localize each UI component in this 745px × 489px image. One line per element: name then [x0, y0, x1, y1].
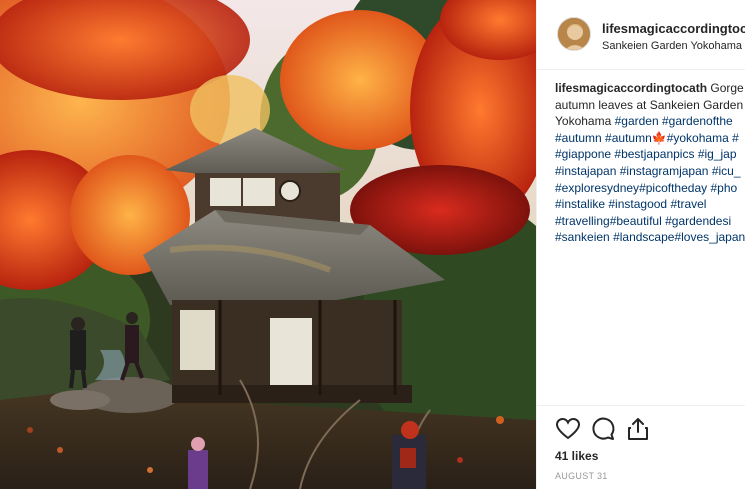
- caption-line: #giappone #bestjapanpics #ig_jap: [555, 146, 745, 163]
- caption-text: Yokohama: [555, 114, 615, 129]
- hashtag-link[interactable]: #travelling: [555, 214, 610, 228]
- caption-line: #travelling#beautiful #gardendesi: [555, 213, 745, 230]
- post-caption: lifesmagicaccordingtocath Gorge autumn l…: [555, 80, 745, 246]
- caption-line: #exploresydney#picoftheday #pho: [555, 180, 745, 197]
- post-header: lifesmagicaccordingtocath Sankeien Garde…: [537, 0, 745, 70]
- hashtag-link[interactable]: #giappone: [555, 147, 611, 161]
- hashtag-link[interactable]: #loves_japan: [674, 230, 745, 244]
- hashtag-link[interactable]: #autumn: [605, 131, 652, 145]
- username-link[interactable]: lifesmagicaccordingtocath: [602, 21, 745, 36]
- post-sidebar: lifesmagicaccordingtocath Sankeien Garde…: [537, 0, 745, 489]
- location-link[interactable]: Sankeien Garden Yokohama: [602, 40, 742, 52]
- hashtag-link[interactable]: #travel: [670, 197, 706, 211]
- heart-icon[interactable]: [555, 416, 581, 442]
- actions-divider: [537, 405, 745, 406]
- hashtag-link[interactable]: #yokohama #: [667, 131, 739, 145]
- hashtag-link[interactable]: #gardenofthe: [662, 114, 733, 128]
- post-photo[interactable]: [0, 0, 536, 489]
- caption-line: #sankeien #landscape#loves_japan: [555, 229, 745, 246]
- hashtag-link[interactable]: #bestjapanpics: [614, 147, 694, 161]
- hashtag-link[interactable]: #garden: [615, 114, 659, 128]
- likes-count[interactable]: 41 likes: [555, 449, 598, 463]
- hashtag-link[interactable]: #instagramjapan: [620, 164, 709, 178]
- avatar-image: [558, 18, 590, 50]
- hashtag-link[interactable]: #icu_: [712, 164, 741, 178]
- hashtag-link[interactable]: #landscape: [613, 230, 674, 244]
- share-icon[interactable]: [625, 416, 651, 442]
- post-date[interactable]: AUGUST 31: [555, 471, 608, 481]
- caption-line: #autumn #autumn🍁#yokohama #: [555, 130, 745, 147]
- caption-text: Gorge: [707, 81, 744, 95]
- maple-leaf-emoji: 🍁: [651, 130, 667, 145]
- avatar[interactable]: [557, 17, 591, 51]
- caption-line: Yokohama #garden #gardenofthe: [555, 113, 745, 130]
- hashtag-link[interactable]: #instalike: [555, 197, 605, 211]
- hashtag-link[interactable]: #autumn: [555, 131, 602, 145]
- comment-icon[interactable]: [590, 416, 616, 442]
- caption-author-link[interactable]: lifesmagicaccordingtocath: [555, 81, 707, 95]
- caption-line: lifesmagicaccordingtocath Gorge: [555, 80, 745, 97]
- hashtag-link[interactable]: #beautiful: [610, 214, 662, 228]
- hashtag-link[interactable]: #instagood: [608, 197, 667, 211]
- post-photo-image: [0, 0, 536, 489]
- caption-line: #instalike #instagood #travel: [555, 196, 745, 213]
- caption-line: #instajapan #instagramjapan #icu_: [555, 163, 745, 180]
- hashtag-link[interactable]: #instajapan: [555, 164, 616, 178]
- hashtag-link[interactable]: #picoftheday: [639, 181, 707, 195]
- hashtag-link[interactable]: #exploresydney: [555, 181, 639, 195]
- hashtag-link[interactable]: #pho: [710, 181, 737, 195]
- hashtag-link[interactable]: #sankeien: [555, 230, 610, 244]
- hashtag-link[interactable]: #gardendesi: [665, 214, 731, 228]
- hashtag-link[interactable]: #ig_jap: [698, 147, 737, 161]
- caption-line: autumn leaves at Sankeien Garden: [555, 97, 744, 112]
